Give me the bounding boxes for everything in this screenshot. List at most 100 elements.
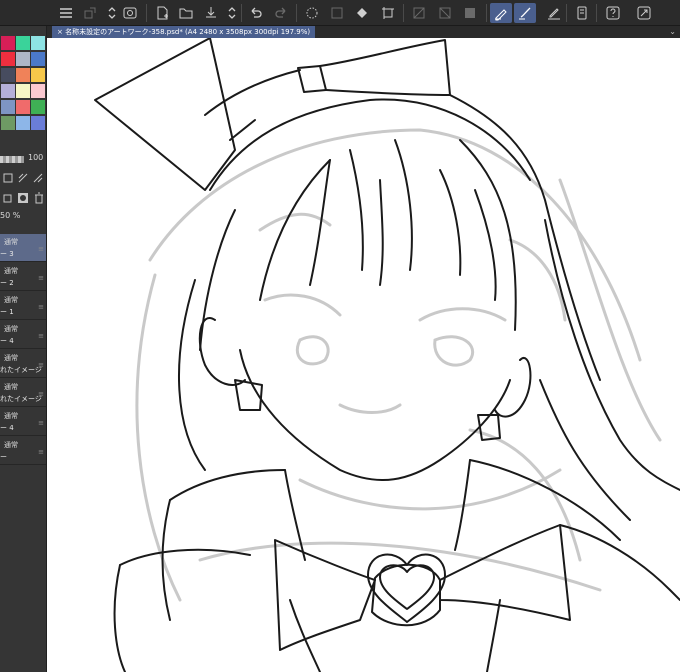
left-panel: 100 50 % 通常ー 3 ≡ 通常ー 2 ≡ 通常ー 1 ≡ 通常ー 4 ≡ 通常 れたイメー… (0, 26, 47, 672)
layer-blend-mode: 通常 (4, 296, 18, 304)
layer-item[interactable]: 通常ー 4 ≡ (0, 408, 46, 436)
layer-name: れたイメージ (0, 366, 42, 374)
color-swatch[interactable] (16, 84, 30, 98)
fill-icon[interactable] (352, 3, 372, 23)
help-icon[interactable] (603, 3, 623, 23)
redo-icon[interactable] (271, 3, 291, 23)
opacity-bar[interactable] (0, 156, 24, 163)
layer-item[interactable]: 通常ー 1 ≡ (0, 292, 46, 320)
layer-blend-mode: 通常 (4, 441, 18, 449)
new-file-icon[interactable] (152, 3, 172, 23)
menu-icon[interactable] (56, 3, 76, 23)
lock-icon[interactable] (2, 172, 14, 184)
drag-handle-icon[interactable]: ≡ (38, 390, 44, 398)
document-tab[interactable]: × 名称未設定のアートワーク-358.psd* (A4 2480 x 3508p… (52, 26, 316, 38)
color-swatch[interactable] (31, 84, 45, 98)
tab-close-icon[interactable]: × (57, 28, 65, 36)
layer-blend-mode: 通常 (4, 383, 18, 391)
layer-item[interactable]: 通常ー 4 ≡ (0, 321, 46, 349)
drawing-canvas[interactable] (47, 38, 680, 672)
opacity-slider[interactable]: 100 (0, 153, 46, 165)
snap-off-icon[interactable] (409, 3, 429, 23)
drag-handle-icon[interactable]: ≡ (38, 332, 44, 340)
drag-handle-icon[interactable]: ≡ (38, 448, 44, 456)
color-swatch[interactable] (31, 52, 45, 66)
drag-handle-icon[interactable]: ≡ (38, 245, 44, 253)
open-folder-icon[interactable] (176, 3, 196, 23)
ink-layer (94, 38, 680, 672)
layer-item[interactable]: 通常ー ≡ (0, 437, 46, 465)
color-swatch[interactable] (16, 116, 30, 130)
layer-name: ー 4 (0, 424, 14, 432)
pencil-icon[interactable] (544, 3, 564, 23)
clear-icon[interactable] (327, 3, 347, 23)
color-swatch[interactable] (1, 36, 15, 50)
layer-name: ー (0, 453, 7, 461)
select-all-icon[interactable] (302, 3, 322, 23)
opacity-value[interactable]: 100 (28, 153, 43, 162)
layer-item[interactable]: 通常ー 3 ≡ (0, 234, 46, 262)
layer-name: れたイメージ (0, 395, 42, 403)
mask-icon[interactable] (17, 192, 29, 204)
layer-opacity-percent: 50 % (0, 211, 21, 220)
drag-handle-icon[interactable]: ≡ (38, 303, 44, 311)
reference-icon[interactable] (32, 172, 44, 184)
pen-stabilizer-icon[interactable] (490, 3, 512, 23)
color-swatch[interactable] (16, 68, 30, 82)
color-swatch[interactable] (16, 52, 30, 66)
tool-settings-icon[interactable] (80, 3, 100, 23)
toolbar-separator (596, 4, 597, 22)
brush-icon[interactable] (514, 3, 536, 23)
layer-blend-mode: 通常 (4, 354, 18, 362)
trash-icon[interactable] (33, 192, 45, 204)
layer-name: ー 3 (0, 250, 14, 258)
undo-icon[interactable] (246, 3, 266, 23)
toolbar-separator (566, 4, 567, 22)
clip-icon[interactable] (17, 172, 29, 184)
layer-blend-mode: 通常 (4, 412, 18, 420)
chevron-down-icon[interactable]: ⌄ (669, 27, 676, 36)
new-layer-icon[interactable] (2, 192, 14, 204)
layer-icon-row (0, 172, 46, 186)
color-swatch[interactable] (1, 68, 15, 82)
toolbar-separator (486, 4, 487, 22)
drag-handle-icon[interactable]: ≡ (38, 419, 44, 427)
toolbar-separator (403, 4, 404, 22)
layer-blend-mode: 通常 (4, 267, 18, 275)
chevron-updown-icon[interactable] (222, 3, 242, 23)
color-swatch[interactable] (16, 36, 30, 50)
drag-handle-icon[interactable]: ≡ (38, 274, 44, 282)
ruler-snap-icon[interactable] (435, 3, 455, 23)
layer-blend-mode: 通常 (4, 325, 18, 333)
layer-item[interactable]: 通常れたイメージ ≡ (0, 379, 46, 407)
line-art (94, 38, 680, 672)
toolbar-separator (241, 4, 242, 22)
layer-name: ー 2 (0, 279, 14, 287)
color-swatch[interactable] (1, 84, 15, 98)
color-swatch[interactable] (31, 68, 45, 82)
layer-item[interactable]: 通常れたイメージ ≡ (0, 350, 46, 378)
color-swatch[interactable] (31, 36, 45, 50)
color-swatch[interactable] (1, 100, 15, 114)
expand-icon[interactable] (634, 3, 654, 23)
navigator-icon[interactable] (120, 3, 140, 23)
save-icon[interactable] (201, 3, 221, 23)
layer-item[interactable]: 通常ー 2 ≡ (0, 263, 46, 291)
toolbar-separator (296, 4, 297, 22)
color-swatch[interactable] (16, 100, 30, 114)
phone-icon[interactable] (572, 3, 592, 23)
color-swatch[interactable] (1, 52, 15, 66)
color-swatch[interactable] (1, 116, 15, 130)
main-toolbar (0, 0, 680, 26)
layer-action-row (0, 192, 46, 206)
transform-icon[interactable] (378, 3, 398, 23)
layer-name: ー 4 (0, 337, 14, 345)
color-swatch[interactable] (31, 100, 45, 114)
color-swatch[interactable] (31, 116, 45, 130)
layer-name: ー 1 (0, 308, 14, 316)
document-tab-bar: × 名称未設定のアートワーク-358.psd* (A4 2480 x 3508p… (47, 26, 680, 38)
chevron-updown-icon[interactable] (102, 3, 122, 23)
grid-icon[interactable] (460, 3, 480, 23)
document-title: 名称未設定のアートワーク-358.psd* (A4 2480 x 3508px … (65, 28, 311, 36)
drag-handle-icon[interactable]: ≡ (38, 361, 44, 369)
